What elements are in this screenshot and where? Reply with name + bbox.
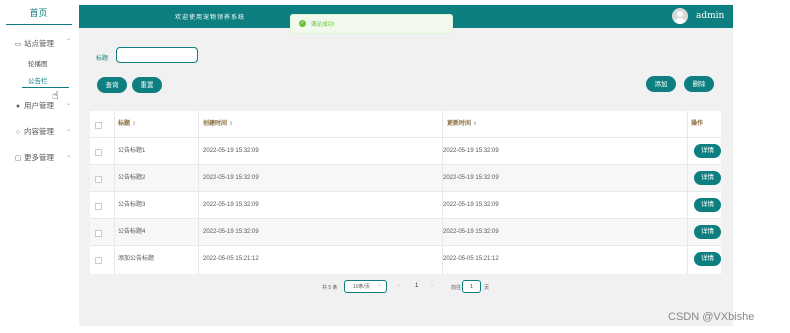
message-icon: ▢	[14, 155, 22, 162]
search-input[interactable]	[116, 47, 198, 63]
avatar[interactable]	[672, 8, 688, 24]
sidebar-sub-banner[interactable]: 轮播图	[28, 58, 48, 68]
sidebar-item-label: 更多管理	[24, 153, 54, 162]
chevron-down-icon: ⌄	[66, 153, 72, 159]
cell-title: 公告标题3	[118, 202, 146, 208]
cell-title: 公告标题4	[118, 229, 146, 235]
goto-label: 前往	[451, 285, 462, 291]
check-circle-icon: ✓	[299, 20, 306, 27]
table-row: 添加公告标题 2022-05-05 15:21:12 2022-05-05 15…	[90, 246, 721, 273]
reset-button[interactable]: 重置	[132, 77, 162, 93]
cell-created: 2022-05-19 15:32:09	[203, 229, 259, 235]
success-toast: ✓ 满足成功!	[290, 14, 453, 34]
detail-button[interactable]: 详情	[694, 171, 721, 185]
cell-created: 2022-05-19 15:32:09	[203, 202, 259, 208]
query-button[interactable]: 查询	[97, 77, 127, 93]
cell-updated: 2022-05-19 15:32:09	[443, 202, 499, 208]
column-header-title[interactable]: 标题 ⇕	[118, 111, 136, 138]
cell-title: 公告标题1	[118, 148, 146, 154]
add-button[interactable]: 添加	[646, 76, 676, 92]
watermark: CSDN @VXbishe	[668, 311, 755, 323]
column-header-created[interactable]: 创建时间 ⇕	[203, 111, 233, 138]
user-name[interactable]: admin	[696, 11, 724, 21]
chevron-up-icon: ⌃	[66, 39, 72, 45]
cell-created: 2022-05-05 15:21:12	[203, 256, 259, 262]
sidebar: 首页 ▭ 站点管理 ⌃ 轮播图 公告栏 ☝ ● 用户管理 ⌄ ○ 内容管理 ⌄ ▢ 更多…	[0, 0, 77, 333]
cell-created: 2022-05-19 15:32:09	[203, 148, 259, 154]
column-divider	[198, 111, 199, 274]
column-divider	[687, 111, 688, 274]
next-page-icon[interactable]: ›	[431, 283, 433, 289]
data-table: 标题 ⇕ 创建时间 ⇕ 更新时间 ⇕ 操作 公告标题1 2022-05-19 15:3…	[90, 111, 721, 274]
cell-title: 添加公告标题	[118, 256, 155, 262]
monitor-icon: ▭	[14, 41, 22, 48]
row-checkbox[interactable]	[95, 149, 102, 156]
column-header-updated[interactable]: 更新时间 ⇕	[447, 111, 477, 138]
sidebar-sub-notice[interactable]: 公告栏	[28, 75, 48, 85]
goto-page-input[interactable]: 1	[462, 280, 481, 293]
row-checkbox[interactable]	[95, 230, 102, 237]
page-suffix: 页	[484, 285, 490, 291]
sidebar-home[interactable]: 首页	[0, 6, 77, 19]
detail-button[interactable]: 详情	[694, 252, 721, 266]
cell-updated: 2022-05-05 15:21:12	[443, 256, 499, 262]
table-row: 公告标题2 2022-05-19 15:32:09 2022-05-19 15:…	[90, 165, 721, 192]
sidebar-item-label: 用户管理	[24, 101, 54, 110]
row-checkbox[interactable]	[95, 203, 102, 210]
row-checkbox[interactable]	[95, 257, 102, 264]
sidebar-item-label: 内容管理	[24, 127, 54, 136]
detail-button[interactable]: 详情	[694, 198, 721, 212]
detail-button[interactable]: 详情	[694, 144, 721, 158]
search-label: 标题	[96, 56, 109, 62]
prev-page-icon[interactable]: ‹	[398, 283, 400, 289]
pagination-total: 共 5 条	[322, 285, 338, 291]
column-divider	[442, 111, 443, 274]
sidebar-item-content[interactable]: ○ 内容管理 ⌄	[14, 126, 71, 137]
cell-updated: 2022-05-19 15:32:09	[443, 229, 499, 235]
toast-message: 满足成功!	[311, 22, 335, 28]
user-icon: ●	[15, 103, 21, 110]
column-divider	[114, 111, 115, 274]
sort-icon: ⇕	[132, 121, 137, 127]
sidebar-item-more[interactable]: ▢ 更多管理 ⌄	[14, 152, 71, 163]
sort-icon: ⇕	[229, 121, 234, 127]
cell-created: 2022-05-19 15:32:09	[203, 175, 259, 181]
select-all-checkbox[interactable]	[95, 122, 102, 129]
cell-title: 公告标题2	[118, 175, 146, 181]
sidebar-item-site[interactable]: ▭ 站点管理 ⌃	[14, 38, 71, 49]
delete-button[interactable]: 删除	[684, 76, 714, 92]
chat-icon: ○	[15, 129, 21, 136]
page-number[interactable]: 1	[415, 283, 418, 289]
header-title: 欢迎使用宠物领养系统	[175, 14, 246, 21]
chevron-down-icon: ⌄	[66, 101, 72, 107]
table-row: 公告标题3 2022-05-19 15:32:09 2022-05-19 15:…	[90, 192, 721, 219]
cell-updated: 2022-05-19 15:32:09	[443, 148, 499, 154]
sort-icon: ⇕	[473, 121, 478, 127]
column-header-action: 操作	[691, 121, 704, 127]
page-size-select[interactable]: 10条/页	[344, 279, 387, 293]
table-header-row: 标题 ⇕ 创建时间 ⇕ 更新时间 ⇕ 操作	[90, 111, 721, 138]
cell-updated: 2022-05-19 15:32:09	[443, 175, 499, 181]
sidebar-item-users[interactable]: ● 用户管理 ⌄	[14, 100, 71, 111]
row-checkbox[interactable]	[95, 176, 102, 183]
table-row: 公告标题4 2022-05-19 15:32:09 2022-05-19 15:…	[90, 219, 721, 246]
active-underline	[22, 87, 69, 88]
sidebar-divider	[6, 24, 72, 25]
chevron-down-icon: ⌄	[66, 127, 72, 133]
table-row: 公告标题1 2022-05-19 15:32:09 2022-05-19 15:…	[90, 138, 721, 165]
sidebar-item-label: 站点管理	[24, 39, 54, 48]
detail-button[interactable]: 详情	[694, 225, 721, 239]
